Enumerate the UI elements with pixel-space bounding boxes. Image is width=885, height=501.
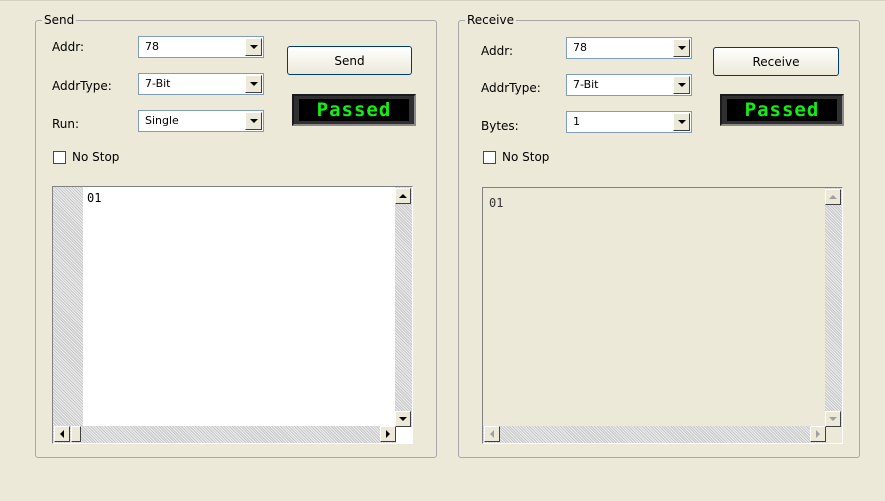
receive-data-text: 01 bbox=[489, 196, 504, 210]
checkbox-icon[interactable] bbox=[483, 150, 496, 164]
scroll-down-icon[interactable] bbox=[395, 411, 411, 427]
receive-vscrollbar[interactable] bbox=[825, 188, 842, 427]
send-gutter bbox=[53, 187, 83, 443]
send-addr-value: 78 bbox=[145, 40, 159, 53]
receive-addr-combo[interactable]: 78 bbox=[566, 37, 692, 59]
receive-nostop-label: No Stop bbox=[502, 150, 550, 164]
send-addr-combo[interactable]: 78 bbox=[138, 36, 264, 58]
scroll-left-icon[interactable] bbox=[54, 426, 70, 442]
send-addrtype-combo[interactable]: 7-Bit bbox=[138, 73, 264, 95]
send-addr-label: Addr: bbox=[52, 40, 84, 54]
receive-data-textarea: 01 bbox=[482, 187, 843, 444]
scroll-up-icon[interactable] bbox=[395, 188, 411, 204]
send-run-combo[interactable]: Single bbox=[138, 110, 264, 132]
send-hscrollbar[interactable] bbox=[53, 426, 396, 443]
receive-nostop-checkbox[interactable]: No Stop bbox=[483, 150, 549, 164]
checkbox-icon[interactable] bbox=[53, 150, 66, 164]
send-status-indicator: Passed bbox=[292, 94, 416, 126]
receive-status-text: Passed bbox=[744, 99, 820, 121]
send-nostop-checkbox[interactable]: No Stop bbox=[53, 150, 119, 164]
receive-addrtype-label: AddrType: bbox=[481, 81, 541, 95]
send-vscrollbar[interactable] bbox=[395, 187, 412, 427]
scroll-right-icon[interactable] bbox=[810, 426, 826, 442]
chevron-down-icon[interactable] bbox=[245, 38, 262, 56]
receive-group-title: Receive bbox=[465, 13, 516, 27]
chevron-down-icon[interactable] bbox=[673, 113, 690, 131]
receive-bytes-label: Bytes: bbox=[481, 119, 519, 133]
receive-button[interactable]: Receive bbox=[713, 47, 839, 76]
scroll-left-icon[interactable] bbox=[484, 426, 500, 442]
scroll-up-icon[interactable] bbox=[825, 189, 841, 205]
scroll-down-icon[interactable] bbox=[825, 411, 841, 427]
send-run-label: Run: bbox=[52, 117, 80, 131]
receive-addr-value: 78 bbox=[573, 41, 587, 54]
scroll-right-icon[interactable] bbox=[380, 426, 396, 442]
receive-editor: 01 bbox=[483, 188, 826, 426]
send-addrtype-label: AddrType: bbox=[52, 79, 112, 93]
send-button[interactable]: Send bbox=[287, 46, 412, 75]
receive-addrtype-value: 7-Bit bbox=[573, 78, 599, 91]
send-addrtype-value: 7-Bit bbox=[145, 77, 171, 90]
receive-bytes-combo[interactable]: 1 bbox=[566, 111, 692, 133]
send-data-textarea[interactable]: 01 bbox=[52, 186, 413, 444]
chevron-down-icon[interactable] bbox=[673, 39, 690, 57]
send-hscroll-thumb[interactable] bbox=[71, 426, 81, 442]
receive-addrtype-combo[interactable]: 7-Bit bbox=[566, 74, 692, 96]
chevron-down-icon[interactable] bbox=[673, 76, 690, 94]
i2c-panel: Send Addr: 78 AddrType: 7-Bit Run: Singl… bbox=[0, 0, 885, 501]
send-editor[interactable]: 01 bbox=[83, 187, 396, 425]
receive-bytes-value: 1 bbox=[573, 115, 580, 128]
chevron-down-icon[interactable] bbox=[245, 75, 262, 93]
receive-hscrollbar[interactable] bbox=[483, 426, 826, 443]
chevron-down-icon[interactable] bbox=[245, 112, 262, 130]
send-status-text: Passed bbox=[316, 99, 392, 121]
send-data-text: 01 bbox=[87, 191, 102, 205]
send-button-label: Send bbox=[334, 53, 365, 68]
receive-addr-label: Addr: bbox=[481, 44, 513, 58]
send-nostop-label: No Stop bbox=[72, 150, 120, 164]
send-run-value: Single bbox=[145, 114, 179, 127]
send-group-title: Send bbox=[42, 13, 77, 27]
receive-button-label: Receive bbox=[752, 54, 800, 69]
receive-status-indicator: Passed bbox=[720, 94, 844, 126]
